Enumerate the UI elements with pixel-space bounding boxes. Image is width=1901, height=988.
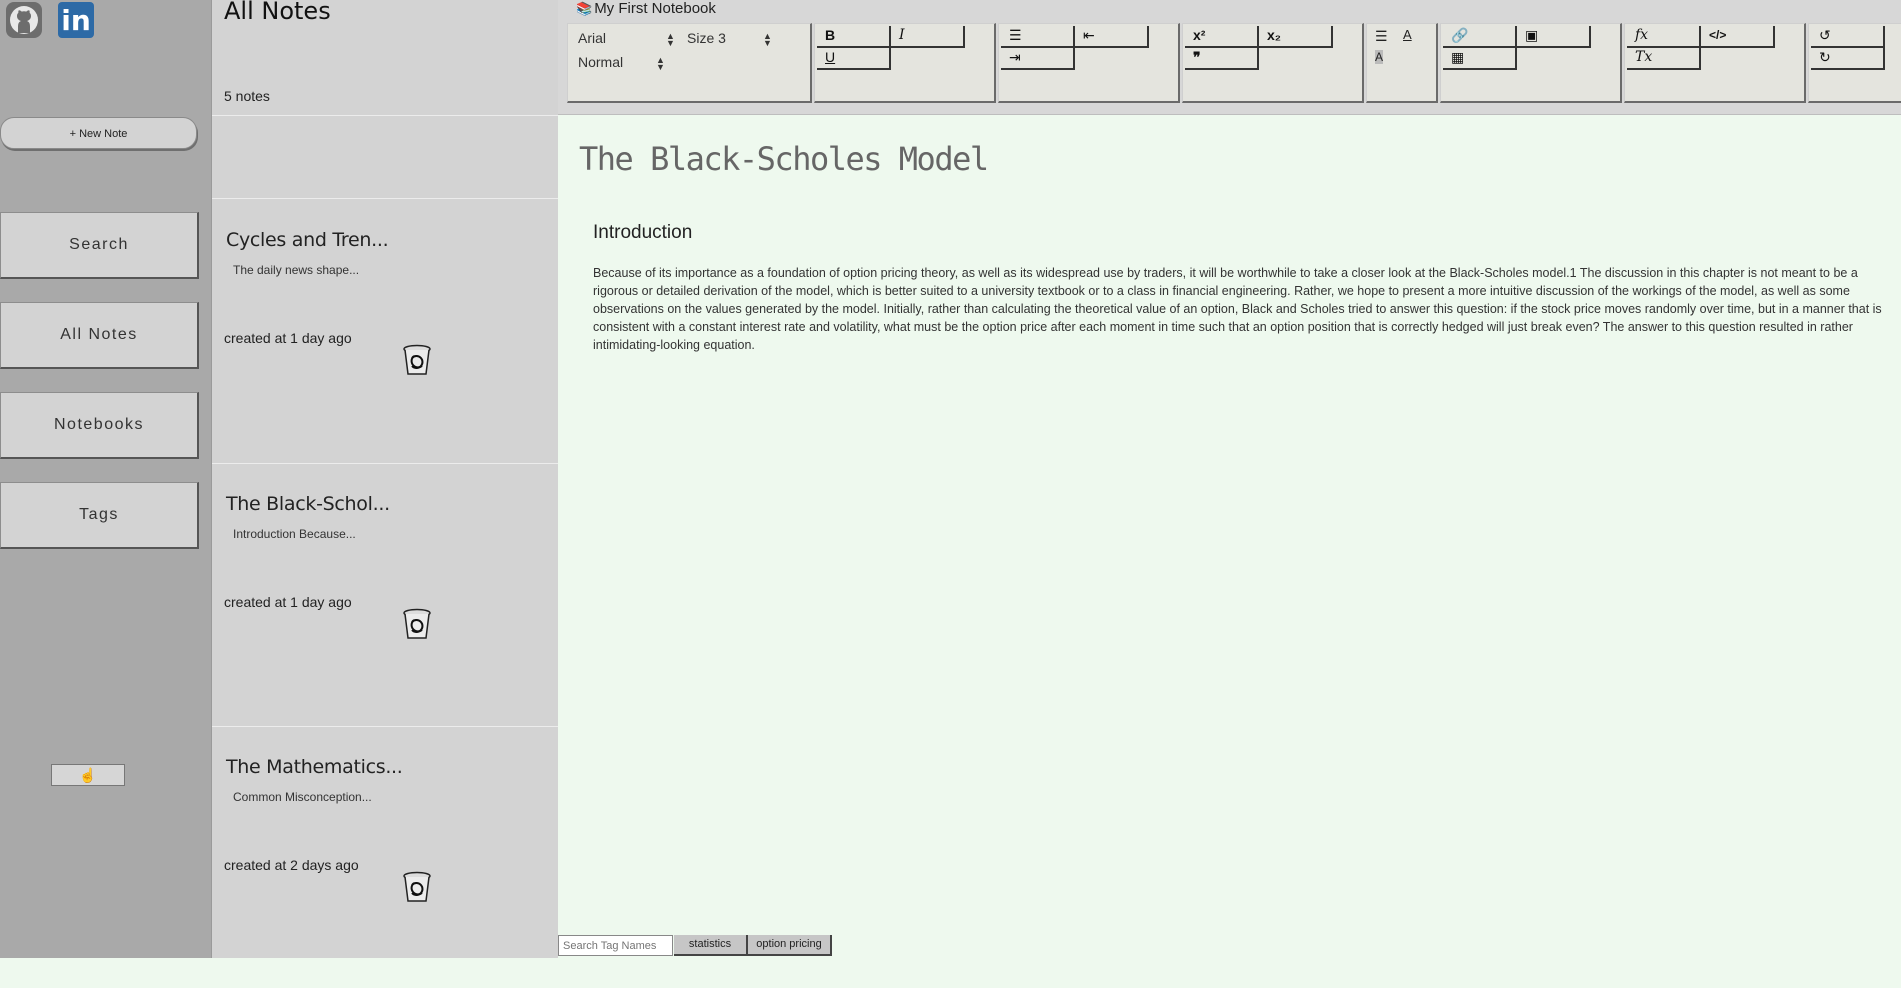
heading-value: Normal: [578, 54, 624, 70]
undo-button[interactable]: ↺: [1811, 26, 1885, 48]
outdent-button[interactable]: ⇤: [1075, 26, 1149, 48]
sidebar-item-tags[interactable]: Tags: [0, 482, 199, 549]
tag-search-input[interactable]: [558, 935, 673, 956]
heading-select[interactable]: Normal ▲ ▼: [578, 54, 665, 72]
hand-pointer-button[interactable]: ☝: [51, 764, 125, 786]
select-arrows-icon: ▲ ▼: [666, 31, 675, 48]
link-button[interactable]: 🔗: [1443, 26, 1517, 48]
linkedin-icon[interactable]: in: [58, 2, 94, 38]
note-item[interactable]: The Mathematics... Common Misconception.…: [212, 726, 559, 988]
divider: [212, 115, 559, 116]
tag-bar: statistics option pricing: [558, 934, 1901, 958]
indent-button[interactable]: ⇥: [1001, 48, 1075, 70]
note-snippet: Common Misconception...: [233, 790, 372, 804]
formula-button[interactable]: 𝑓x: [1627, 26, 1701, 48]
note-created: created at 1 day ago: [224, 330, 352, 346]
notes-list: All Notes 5 notes Cycles and Tren... The…: [211, 0, 559, 958]
underline-button[interactable]: U: [817, 48, 891, 70]
font-color-icon[interactable]: A: [1403, 27, 1412, 42]
new-note-button[interactable]: + New Note: [0, 117, 197, 149]
background-color-icon[interactable]: A: [1375, 50, 1384, 64]
note-created: created at 2 days ago: [224, 857, 359, 873]
superscript-button[interactable]: x²: [1185, 26, 1259, 48]
font-size-select[interactable]: Size 3 ▲ ▼: [687, 30, 772, 48]
history-group: ↺ ↻: [1808, 23, 1901, 103]
sidebar-item-all-notes[interactable]: All Notes: [0, 302, 199, 369]
align-color-group: ☰ A A: [1366, 23, 1438, 103]
editor: 📚 My First Notebook Arial ▲ ▼ Size 3 ▲ ▼ No…: [558, 0, 1901, 958]
select-arrows-icon: ▲ ▼: [656, 55, 665, 72]
note-item[interactable]: The Black-Schol... Introduction Because.…: [212, 463, 559, 725]
video-icon: ▦: [1451, 49, 1465, 65]
tag-item[interactable]: option pricing: [748, 935, 832, 956]
outdent-icon: ⇤: [1083, 27, 1095, 43]
subscript-button[interactable]: x₂: [1259, 26, 1333, 48]
bullet-list-icon: ☰: [1009, 27, 1022, 43]
notebook-name-text: My First Notebook: [594, 0, 716, 17]
sidebar-item-notebooks[interactable]: Notebooks: [0, 392, 199, 459]
italic-button[interactable]: I: [891, 26, 965, 48]
note-title: Cycles and Tren...: [226, 229, 389, 251]
document-body[interactable]: Because of its importance as a foundatio…: [593, 264, 1893, 354]
document-title[interactable]: The Black-Scholes Model: [579, 140, 989, 178]
align-left-icon[interactable]: ☰: [1375, 28, 1388, 45]
notebook-selector[interactable]: 📚 My First Notebook: [576, 0, 716, 17]
script-group: x² x₂ ❞: [1182, 23, 1364, 103]
image-icon: ▣: [1525, 27, 1539, 43]
font-group: Arial ▲ ▼ Size 3 ▲ ▼ Normal ▲ ▼: [567, 23, 812, 103]
notes-count: 5 notes: [224, 88, 270, 104]
font-family-select[interactable]: Arial ▲ ▼: [578, 30, 675, 48]
note-created: created at 1 day ago: [224, 594, 352, 610]
code-block-button[interactable]: </>: [1701, 26, 1775, 48]
trash-icon[interactable]: [402, 344, 432, 376]
image-button[interactable]: ▣: [1517, 26, 1591, 48]
clear-format-button[interactable]: Tx: [1627, 48, 1701, 70]
note-snippet: The daily news shape...: [233, 263, 360, 277]
notes-list-title: All Notes: [224, 0, 331, 25]
link-icon: 🔗: [1451, 27, 1469, 43]
notebook-icon: 📚: [576, 1, 593, 16]
media-group: 🔗 ▣ ▦: [1440, 23, 1622, 103]
trash-icon[interactable]: [402, 871, 432, 903]
font-family-value: Arial: [578, 30, 607, 46]
note-item[interactable]: Cycles and Tren... The daily news shape.…: [212, 199, 559, 461]
github-icon[interactable]: [6, 2, 42, 38]
note-snippet: Introduction Because...: [233, 527, 356, 541]
font-size-value: Size 3: [687, 30, 726, 46]
document-heading[interactable]: Introduction: [593, 222, 692, 244]
select-arrows-icon: ▲ ▼: [763, 31, 772, 48]
hand-pointer-icon: ☝: [79, 767, 97, 783]
bullet-list-button[interactable]: ☰: [1001, 26, 1075, 48]
list-group: ☰ ⇤ ⇥: [998, 23, 1180, 103]
text-style-group: B I U: [814, 23, 996, 103]
blockquote-button[interactable]: ❞: [1185, 48, 1259, 70]
redo-icon: ↻: [1819, 49, 1831, 65]
note-title: The Mathematics...: [226, 756, 403, 778]
sidebar-item-search[interactable]: Search: [0, 212, 199, 279]
indent-icon: ⇥: [1009, 49, 1021, 65]
sidebar: in + New Note Search All Notes Notebooks…: [0, 0, 211, 958]
bold-button[interactable]: B: [817, 26, 891, 48]
formula-group: 𝑓x </> Tx: [1624, 23, 1806, 103]
trash-icon[interactable]: [402, 608, 432, 640]
note-title: The Black-Schol...: [226, 493, 390, 515]
video-button[interactable]: ▦: [1443, 48, 1517, 70]
undo-icon: ↺: [1819, 27, 1831, 43]
redo-button[interactable]: ↻: [1811, 48, 1885, 70]
editor-toolbar: 📚 My First Notebook Arial ▲ ▼ Size 3 ▲ ▼ No…: [558, 0, 1901, 115]
tag-item[interactable]: statistics: [674, 935, 748, 956]
